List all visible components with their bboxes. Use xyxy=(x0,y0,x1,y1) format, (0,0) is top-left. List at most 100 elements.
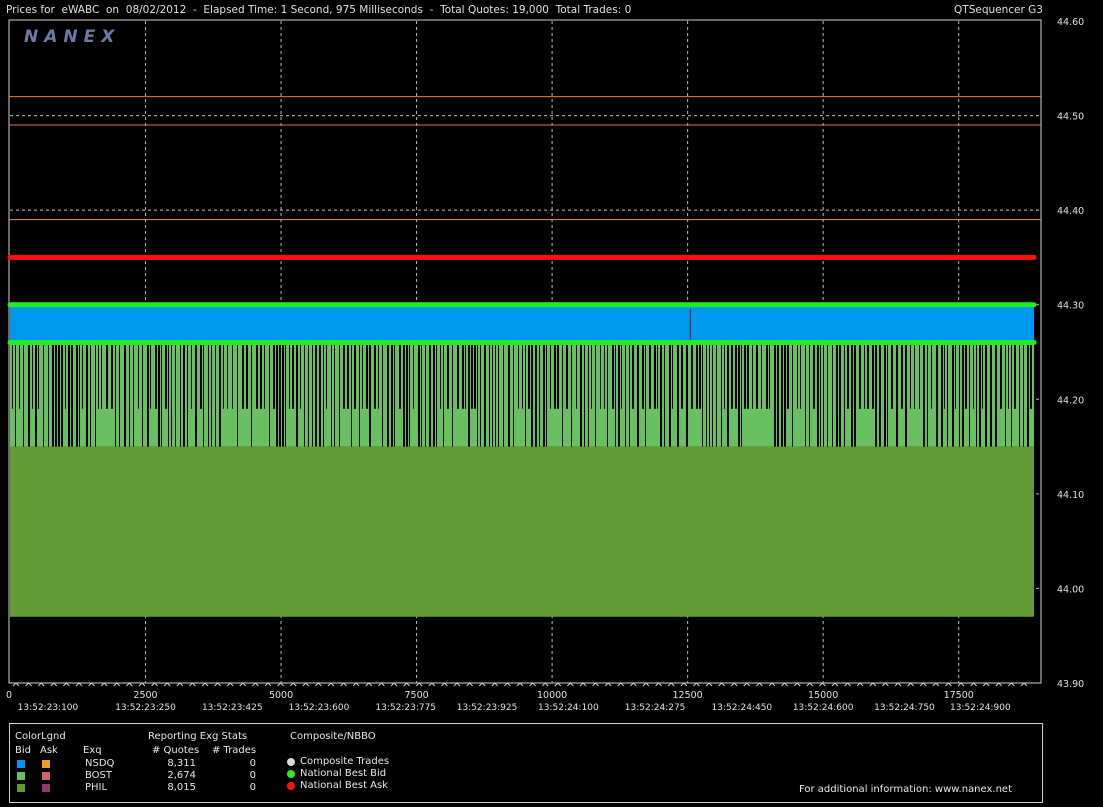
x-tick-label: 15000 xyxy=(808,690,838,701)
quote-flicker-mark xyxy=(150,342,151,409)
quote-flicker-mark xyxy=(702,342,703,447)
quote-flicker-mark xyxy=(562,342,563,447)
quote-flicker-mark xyxy=(910,342,911,409)
quote-flicker-mark xyxy=(323,342,324,447)
quote-flicker-mark xyxy=(374,342,376,409)
y-tick-label: 44.00 xyxy=(1057,584,1084,595)
legend-exq: BOST xyxy=(85,770,113,781)
quote-flicker-mark xyxy=(629,342,630,447)
quote-flicker-mark xyxy=(716,342,717,447)
quote-flicker-mark xyxy=(65,342,66,409)
quote-flicker-mark xyxy=(308,342,309,447)
quote-flicker-mark xyxy=(832,342,833,447)
quote-flicker-mark xyxy=(282,342,284,447)
quote-flicker-mark xyxy=(859,342,861,409)
quote-flicker-mark xyxy=(273,342,275,409)
legend-trades: 0 xyxy=(249,770,256,781)
quote-flicker-mark xyxy=(79,342,80,447)
quote-flicker-mark xyxy=(1008,342,1009,409)
legend-exq: PHIL xyxy=(85,782,108,793)
quote-flicker-mark xyxy=(35,342,37,447)
legend-panel: ColorLgnd Bid Ask Exq Reporting Exg Stat… xyxy=(9,723,1043,803)
quote-flicker-mark xyxy=(919,342,920,409)
quote-flicker-mark xyxy=(761,342,762,409)
quote-flicker-mark xyxy=(175,342,176,447)
y-tick-label: 44.60 xyxy=(1057,17,1084,28)
quote-flicker-mark xyxy=(923,342,925,447)
x-time-label: 13:52:23:925 xyxy=(457,703,518,713)
x-time-label: 13:52:24:900 xyxy=(950,703,1011,713)
quote-flicker-mark xyxy=(406,342,408,447)
quote-flicker-mark xyxy=(354,342,356,409)
quote-flicker-mark xyxy=(331,342,332,447)
quote-flicker-mark xyxy=(498,342,499,447)
y-tick-label: 43.90 xyxy=(1057,679,1084,690)
quote-flicker-mark xyxy=(462,342,464,409)
quote-flicker-mark xyxy=(642,342,644,409)
quote-flicker-mark xyxy=(696,342,698,409)
quote-flicker-mark xyxy=(823,342,824,447)
quote-flicker-mark xyxy=(391,342,393,447)
quote-flicker-mark xyxy=(200,342,202,409)
quote-flicker-mark xyxy=(576,342,577,409)
quote-flicker-mark xyxy=(147,342,149,447)
y-tick-label: 44.40 xyxy=(1057,206,1084,217)
x-time-label: 13:52:23:775 xyxy=(375,703,436,713)
quote-flicker-mark xyxy=(554,342,556,409)
legend-quotes: 8,311 xyxy=(167,758,196,769)
bid-swatch xyxy=(17,772,25,780)
quote-flicker-mark xyxy=(962,342,964,447)
quote-flicker-mark xyxy=(223,342,224,409)
quote-flicker-mark xyxy=(995,342,997,447)
quote-flicker-mark xyxy=(180,342,181,447)
quote-flicker-mark xyxy=(142,342,143,447)
quote-flicker-mark xyxy=(769,342,770,409)
quote-flicker-mark xyxy=(955,342,956,409)
quote-flicker-mark xyxy=(766,342,768,409)
quote-flicker-mark xyxy=(211,342,212,447)
bid-swatch xyxy=(17,760,25,768)
quote-flicker-mark xyxy=(246,342,248,409)
legend-quotes: 2,674 xyxy=(167,770,196,781)
quote-flicker-mark xyxy=(809,342,810,447)
quote-flicker-mark xyxy=(429,342,431,447)
quote-flicker-mark xyxy=(513,342,514,447)
x-tick-label: 12500 xyxy=(673,690,703,701)
quote-flicker-mark xyxy=(839,342,841,447)
quote-flicker-mark xyxy=(550,342,551,409)
quote-flicker-mark xyxy=(171,342,172,447)
quote-flicker-mark xyxy=(539,342,540,447)
quote-flicker-mark xyxy=(800,342,801,409)
quote-flicker-mark xyxy=(781,342,783,447)
x-time-label: 13:52:24:600 xyxy=(793,703,854,713)
quote-flicker-mark xyxy=(600,342,601,409)
quote-flicker-mark xyxy=(990,342,992,447)
quote-flicker-mark xyxy=(797,342,798,409)
quote-flicker-mark xyxy=(615,342,616,447)
quote-flicker-mark xyxy=(931,342,932,409)
x-tick-label: 7500 xyxy=(404,690,428,701)
quote-flicker-mark xyxy=(187,342,188,447)
legend-ask-header: Ask xyxy=(40,745,58,756)
quote-flicker-mark xyxy=(452,342,453,447)
quote-flicker-mark xyxy=(844,342,845,447)
quote-flicker-mark xyxy=(23,342,24,447)
quote-flicker-mark xyxy=(557,342,559,409)
quote-flicker-mark xyxy=(484,342,486,447)
quote-flicker-mark xyxy=(887,342,888,447)
quote-flicker-mark xyxy=(905,342,907,447)
quote-flicker-mark xyxy=(645,342,646,447)
quote-flicker-mark xyxy=(914,342,915,409)
quote-flicker-mark xyxy=(474,342,476,409)
quote-flicker-mark xyxy=(712,342,713,447)
ask-swatch xyxy=(42,772,50,780)
quote-flicker-mark xyxy=(813,342,815,409)
quote-flicker-mark xyxy=(595,342,596,447)
quote-flicker-mark xyxy=(965,342,967,409)
quote-flicker-mark xyxy=(264,342,265,409)
x-time-label: 13:52:23:100 xyxy=(18,703,79,713)
quote-flicker-mark xyxy=(744,342,746,409)
quote-flicker-mark xyxy=(884,342,886,447)
quote-flicker-mark xyxy=(366,342,368,409)
quote-flicker-mark xyxy=(604,342,605,409)
